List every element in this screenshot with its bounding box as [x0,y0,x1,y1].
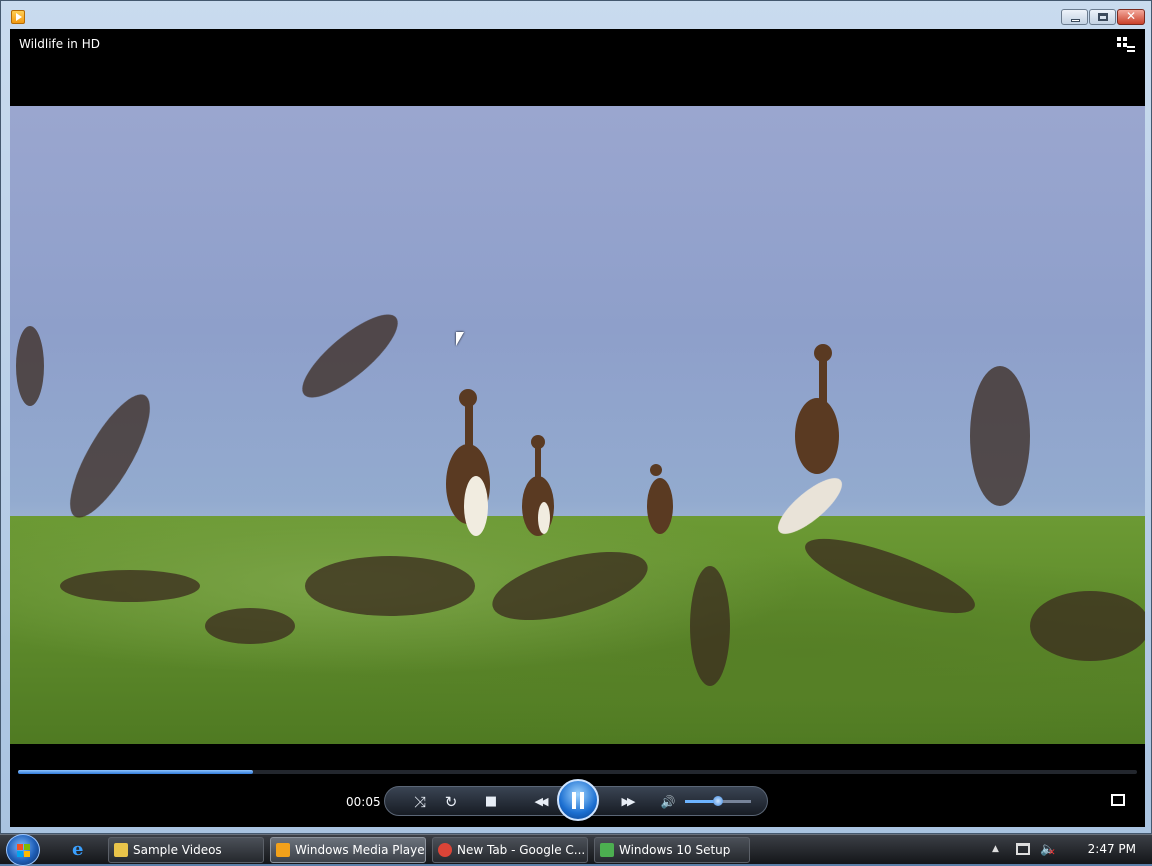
taskbar-item-sample-videos[interactable]: Sample Videos [108,837,264,863]
windows-logo-icon [17,844,30,857]
taskbar-item-label: New Tab - Google C... [457,843,586,857]
setup-icon [600,843,614,857]
network-icon[interactable] [1016,843,1030,855]
mute-button[interactable]: 🔊 [657,791,679,813]
switch-to-library-button[interactable] [1117,37,1135,53]
pause-icon [572,792,584,809]
media-player-window: ✕ Wildlife in HD 00:05 ⤨ ↻ ■ ◀◀ ▶▶ 🔊 [0,0,1152,834]
repeat-icon: ↻ [444,793,458,811]
repeat-button[interactable]: ↻ [440,791,462,813]
shuffle-button[interactable]: ⤨ [409,791,431,813]
maximize-button[interactable] [1089,9,1116,25]
taskbar-item-chrome[interactable]: New Tab - Google C... [432,837,588,863]
minimize-icon [1071,19,1080,22]
shuffle-icon: ⤨ [413,793,426,811]
speaker-icon: 🔊 [660,795,676,809]
birds-scene [16,314,1145,686]
media-player-icon [11,10,25,24]
player-area: Wildlife in HD 00:05 ⤨ ↻ ■ ◀◀ ▶▶ 🔊 [10,29,1145,827]
taskbar-item-label: Sample Videos [133,843,222,857]
volume-slider[interactable] [685,796,751,806]
title-bar[interactable]: ✕ [1,1,1151,29]
show-hidden-icons-icon[interactable]: ▲ [992,844,999,854]
media-player-icon [276,843,290,857]
close-icon: ✕ [1125,9,1137,23]
taskbar: e Sample Videos Windows Media Player New… [0,834,1152,866]
previous-button[interactable]: ◀◀ [520,791,560,813]
internet-explorer-icon[interactable]: e [72,841,90,859]
start-button[interactable] [6,834,40,866]
window-controls: ✕ [1061,9,1145,25]
system-tray: ▲ 🔈 ✕ 2:47 PM [992,835,1152,865]
stop-icon: ■ [484,794,498,809]
elapsed-time: 00:05 [346,795,381,809]
taskbar-item-label: Windows Media Player [295,843,426,857]
taskbar-item-windows-setup[interactable]: Windows 10 Setup [594,837,750,863]
next-icon: ▶▶ [621,795,636,808]
next-button[interactable]: ▶▶ [607,791,647,813]
folder-icon [114,843,128,857]
clock[interactable]: 2:47 PM [1088,842,1136,856]
close-button[interactable]: ✕ [1117,9,1145,25]
pause-button[interactable] [557,779,599,821]
taskbar-item-media-player[interactable]: Windows Media Player [270,837,426,863]
seek-bar[interactable] [18,770,1137,774]
seek-progress [18,770,253,774]
minimize-button[interactable] [1061,9,1088,25]
fullscreen-button[interactable] [1111,794,1125,806]
chrome-icon [438,843,452,857]
stop-button[interactable]: ■ [480,791,502,813]
previous-icon: ◀◀ [534,795,549,808]
taskbar-item-label: Windows 10 Setup [619,843,731,857]
volume-thumb[interactable] [713,796,723,806]
mouse-cursor [456,332,464,346]
maximize-icon [1098,13,1108,21]
video-frame[interactable] [10,106,1145,744]
now-playing-title: Wildlife in HD [19,37,100,51]
muted-icon: ✕ [1048,848,1056,858]
